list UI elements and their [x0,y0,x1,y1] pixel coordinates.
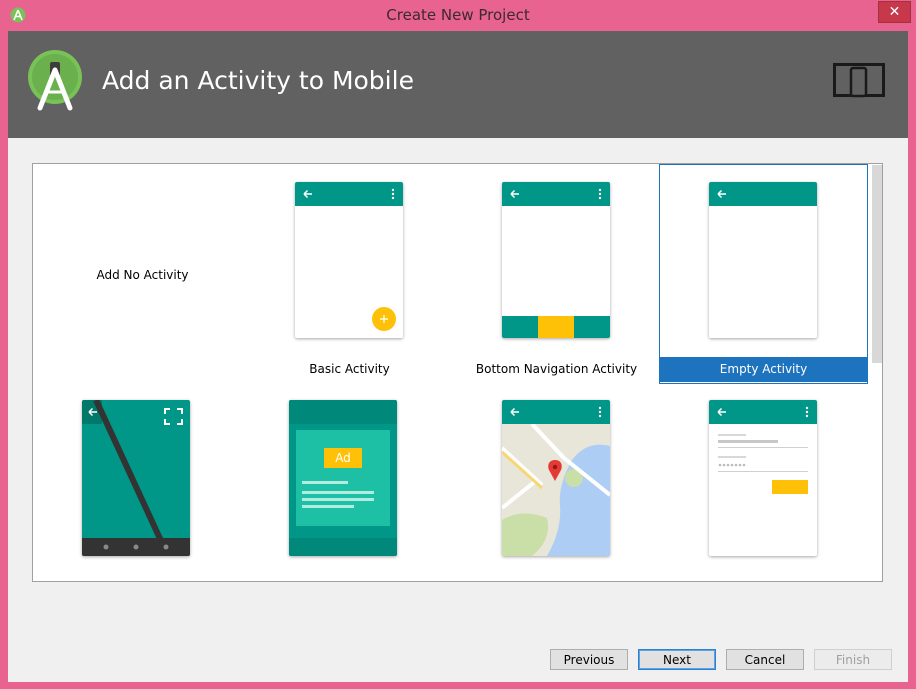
maps-graphic [502,400,610,556]
empty-activity-graphic [717,189,726,199]
empty-activity-thumbnail [709,182,817,338]
android-studio-logo-icon [28,50,82,111]
title-bar: Create New Project ✕ [0,0,916,31]
header-banner: Add an Activity to Mobile [8,31,908,138]
device-form-factor-icon [833,63,885,98]
fullscreen-thumbnail [82,400,190,556]
tile-label: Bottom Navigation Activity [475,362,638,376]
tile-add-no-activity[interactable]: Add No Activity [39,165,246,383]
tile-login-activity[interactable] [660,383,867,601]
next-button[interactable]: Next [638,649,716,670]
page-title: Add an Activity to Mobile [102,66,414,95]
maps-thumbnail [502,400,610,556]
window-title: Create New Project [386,6,530,24]
login-graphic [717,406,809,494]
admob-thumbnail: Ad [289,400,397,556]
tile-fullscreen-activity[interactable] [33,383,240,601]
tile-label: Basic Activity [309,362,390,376]
bottom-navigation-graphic [502,188,610,338]
tile-basic-activity[interactable]: Basic Activity [246,165,453,383]
ad-label: Ad [335,451,351,465]
bottom-navigation-thumbnail [502,182,610,338]
tile-label: Add No Activity [96,268,189,282]
tile-maps-activity[interactable] [453,383,660,601]
previous-button[interactable]: Previous [550,649,628,670]
finish-button[interactable]: Finish [814,649,892,670]
cancel-button[interactable]: Cancel [726,649,804,670]
basic-activity-thumbnail [295,182,403,338]
gallery-scrollbar[interactable] [872,165,882,363]
activity-gallery: Add No Activity Basic Activity Bottom Na… [32,163,883,582]
tile-label: Empty Activity [660,357,867,382]
tile-bottom-navigation-activity[interactable]: Bottom Navigation Activity [453,165,660,383]
fullscreen-graphic [82,400,190,556]
basic-activity-graphic [303,188,396,331]
tile-empty-activity[interactable]: Empty Activity [659,164,868,384]
tile-admob-activity[interactable]: Ad [240,383,447,601]
admob-graphic [289,400,397,556]
login-thumbnail [709,400,817,556]
close-button[interactable]: ✕ [878,1,911,23]
dialog-client: Add an Activity to Mobile Add No Activit… [8,31,908,682]
